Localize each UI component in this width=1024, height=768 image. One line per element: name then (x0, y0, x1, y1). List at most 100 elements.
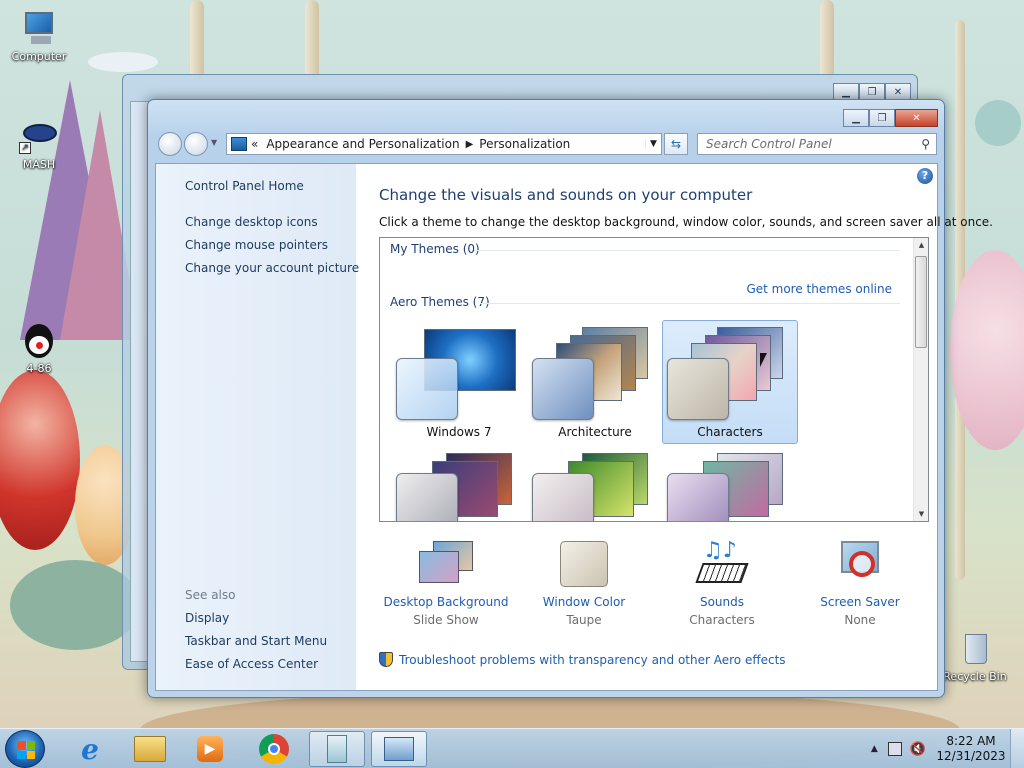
personalization-window[interactable]: ▁ ❐ ✕ ▼ « Appearance and Personalization… (147, 99, 993, 698)
troubleshoot-link[interactable]: Troubleshoot problems with transparency … (379, 652, 786, 667)
taskbar-internet-explorer[interactable]: e (62, 731, 118, 767)
change-mouse-pointers-link[interactable]: Change mouse pointers (185, 238, 328, 252)
windows-explorer-icon (134, 736, 166, 762)
breadcrumb-personalization[interactable]: Personalization (479, 137, 570, 151)
change-desktop-icons-link[interactable]: Change desktop icons (185, 215, 318, 229)
theme-windows-7[interactable]: Windows 7 (391, 320, 527, 444)
theme-glass-swatch (532, 358, 594, 420)
wallpaper-green-mound (10, 560, 140, 650)
recycle-bin-icon (955, 630, 995, 668)
taskbar-control-panel[interactable] (371, 731, 427, 767)
breadcrumb-appearance[interactable]: Appearance and Personalization (266, 137, 459, 151)
page-description: Click a theme to change the desktop back… (379, 215, 993, 229)
taskbar-chrome[interactable] (246, 731, 302, 767)
breadcrumb-arrow-icon[interactable]: ▶ (466, 139, 474, 150)
desktop-icon-label: Recycle Bin (943, 670, 1007, 683)
theme-item[interactable] (662, 446, 798, 521)
internet-explorer-icon: e (81, 732, 99, 766)
sounds-icon: ♫♪ (693, 539, 751, 589)
wallpaper-tree (820, 0, 834, 80)
navigation-bar: ▼ « Appearance and Personalization ▶ Per… (156, 132, 937, 156)
theme-glass-swatch (667, 358, 729, 420)
theme-architecture[interactable]: Architecture (527, 320, 663, 444)
taskbar-start-menu-link[interactable]: Taskbar and Start Menu (185, 634, 327, 648)
page-title: Change the visuals and sounds on your co… (379, 186, 753, 204)
scroll-down-icon[interactable]: ▼ (914, 507, 928, 521)
theme-item[interactable] (391, 446, 527, 521)
desktop-icon-computer[interactable]: Computer (4, 10, 74, 63)
cartoon-icon (19, 322, 59, 360)
mash-icon: ↗ (19, 118, 59, 156)
theme-list[interactable]: My Themes (0) Get more themes online Aer… (379, 237, 929, 522)
taskbar-windows-explorer[interactable] (122, 731, 178, 767)
start-button[interactable] (5, 730, 45, 768)
forward-button[interactable] (184, 132, 208, 156)
desktop-icon-label: Computer (11, 50, 67, 63)
group-divider (474, 250, 900, 251)
screen-saver-setting[interactable]: Screen Saver None (790, 539, 930, 627)
search-icon[interactable]: ⚲ (921, 137, 930, 151)
theme-glass-swatch (396, 358, 458, 420)
theme-label: Architecture (558, 425, 632, 439)
aero-themes-heading[interactable]: Aero Themes (7) (390, 295, 490, 309)
clock-date: 12/31/2023 (936, 749, 1006, 763)
media-player-icon: ▶ (197, 736, 223, 762)
taskbar: e ▶ ▲ 🔇 8:22 AM 12/31/2023 (0, 728, 1024, 768)
theme-label: Characters (697, 425, 763, 439)
screen-saver-icon (831, 539, 889, 589)
setting-title: Window Color (542, 595, 626, 609)
chrome-icon (259, 734, 289, 764)
desktop-icon-label: MASH (22, 158, 56, 171)
scroll-thumb[interactable] (915, 256, 927, 348)
network-icon[interactable] (887, 742, 902, 756)
control-panel-home-link[interactable]: Control Panel Home (185, 179, 304, 193)
computer-icon (19, 10, 59, 48)
volume-muted-icon[interactable]: 🔇 (910, 742, 926, 757)
search-input[interactable]: Search Control Panel ⚲ (697, 133, 937, 155)
desktop-background-setting[interactable]: Desktop Background Slide Show (376, 539, 516, 627)
back-button[interactable] (158, 132, 182, 156)
window-color-setting[interactable]: Window Color Taupe (514, 539, 654, 627)
desktop-icon-mash[interactable]: ↗ MASH (4, 118, 74, 171)
wallpaper-bubble (975, 100, 1021, 146)
desktop-icon-4-86[interactable]: 4-86 (4, 322, 74, 375)
sounds-setting[interactable]: ♫♪ Sounds Characters (652, 539, 792, 628)
show-desktop-button[interactable] (1010, 729, 1024, 768)
ease-of-access-link[interactable]: Ease of Access Center (185, 657, 318, 671)
taskbar-notepad[interactable] (309, 731, 365, 767)
address-overflow[interactable]: « (251, 137, 258, 151)
theme-item[interactable] (527, 446, 663, 521)
get-more-themes-link[interactable]: Get more themes online (746, 282, 892, 296)
show-hidden-icons-icon[interactable]: ▲ (871, 744, 878, 754)
desktop-icon-recycle-bin[interactable]: Recycle Bin (940, 630, 1010, 683)
close-button[interactable]: ✕ (895, 109, 938, 127)
my-themes-heading[interactable]: My Themes (0) (390, 242, 480, 256)
shield-icon (379, 652, 393, 667)
taskbar-media-player[interactable]: ▶ (182, 731, 238, 767)
address-dropdown-icon[interactable]: ▼ (645, 139, 661, 149)
window-color-icon (555, 539, 613, 589)
theme-glass-swatch (667, 473, 729, 521)
theme-characters[interactable]: Characters (662, 320, 798, 444)
help-icon[interactable]: ? (917, 168, 933, 184)
address-bar[interactable]: « Appearance and Personalization ▶ Perso… (226, 133, 662, 155)
setting-title: Desktop Background (383, 595, 509, 609)
theme-list-scrollbar[interactable]: ▲ ▼ (913, 238, 928, 521)
change-account-picture-link[interactable]: Change your account picture (185, 261, 359, 275)
recent-pages-chevron-icon[interactable]: ▼ (211, 138, 217, 147)
scroll-up-icon[interactable]: ▲ (914, 238, 928, 252)
wallpaper-doll-red (0, 370, 80, 550)
wallpaper-tree (190, 0, 204, 80)
group-divider (480, 303, 900, 304)
windows-logo-icon (17, 741, 35, 759)
system-tray: ▲ 🔇 8:22 AM 12/31/2023 (871, 729, 1024, 768)
troubleshoot-label: Troubleshoot problems with transparency … (399, 652, 786, 667)
setting-title: Screen Saver (820, 595, 900, 609)
left-navigation-pane: Control Panel Home Change desktop icons … (156, 164, 359, 690)
search-placeholder: Search Control Panel (706, 137, 832, 151)
maximize-button[interactable]: ❐ (869, 109, 895, 127)
display-link[interactable]: Display (185, 611, 229, 625)
refresh-button[interactable]: ⇆ (664, 133, 688, 155)
minimize-button[interactable]: ▁ (843, 109, 869, 127)
clock[interactable]: 8:22 AM 12/31/2023 (932, 734, 1010, 764)
